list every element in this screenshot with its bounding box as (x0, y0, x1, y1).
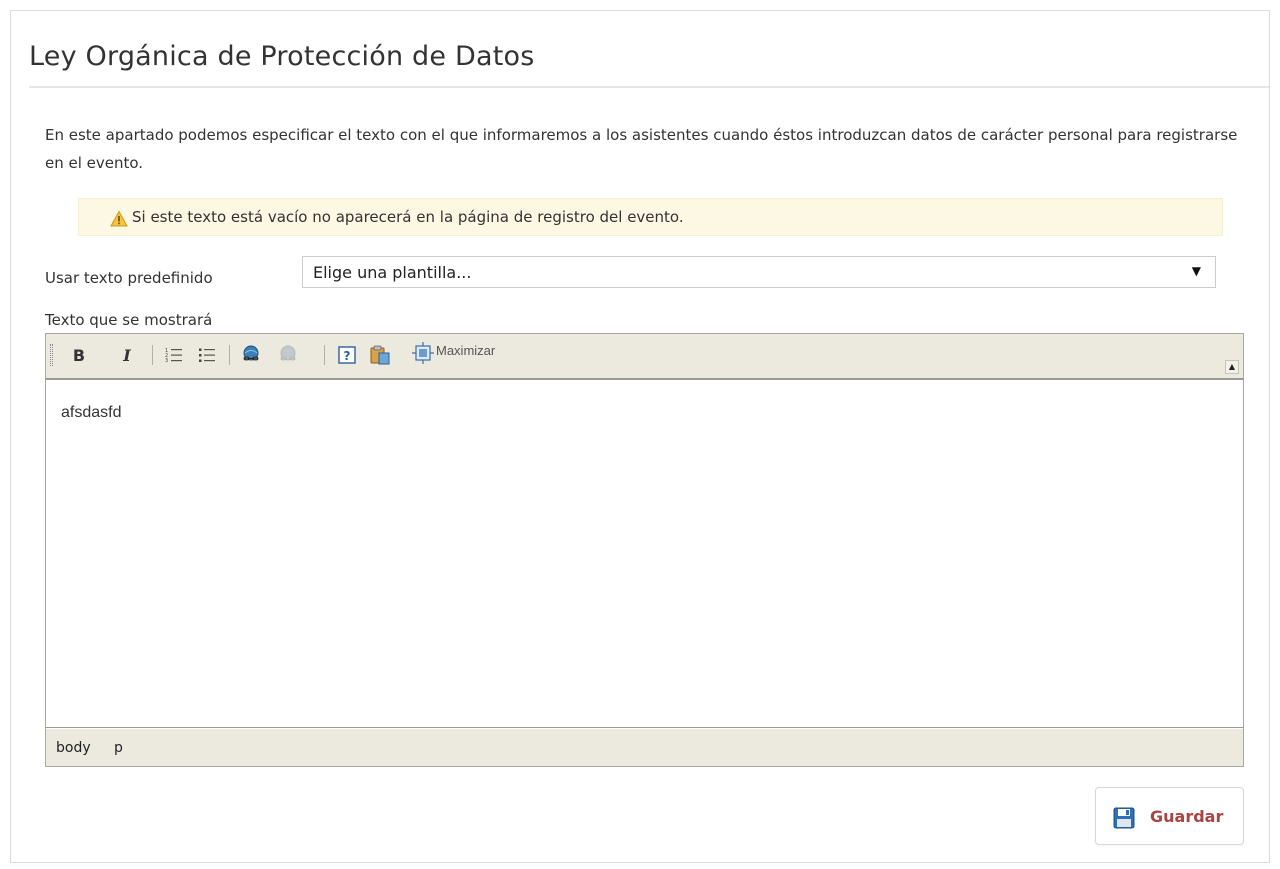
toolbar-separator (324, 345, 325, 365)
remove-link-button[interactable] (276, 344, 300, 366)
collapse-toolbar-button[interactable]: ▲ (1225, 360, 1239, 374)
template-select-value: Elige una plantilla... (313, 263, 472, 282)
page-title: Ley Orgánica de Protección de Datos (29, 41, 535, 72)
unordered-list-icon (199, 348, 215, 362)
unlink-icon (280, 345, 296, 361)
toolbar-grip-icon (50, 344, 53, 366)
intro-text: En este apartado podemos especificar el … (45, 126, 1238, 172)
insert-link-button[interactable] (239, 344, 263, 366)
italic-button[interactable]: I (116, 344, 138, 366)
maximize-button[interactable]: Maximizar (412, 342, 572, 364)
warning-text: Si este texto está vacío no aparecerá en… (132, 208, 684, 226)
save-label: Guardar (1150, 807, 1224, 826)
editor-content-text: afsdasfd (61, 404, 122, 421)
save-button[interactable]: Guardar (1095, 787, 1244, 845)
help-icon: ? (338, 346, 356, 364)
rich-text-editor: B I 1 2 3 ? Maximizar ▲ afsdasfd body p (45, 333, 1244, 767)
unordered-list-button[interactable] (196, 344, 218, 366)
lopd-panel: Ley Orgánica de Protección de Datos En e… (10, 10, 1270, 863)
ordered-list-icon: 1 2 3 (165, 348, 182, 364)
bold-button[interactable]: B (68, 344, 90, 366)
warning-alert: Si este texto está vacío no aparecerá en… (78, 198, 1223, 236)
warning-icon (110, 210, 128, 227)
floppy-disk-icon (1113, 807, 1135, 829)
chevron-down-icon: ▼ (1191, 264, 1201, 278)
ordered-list-button[interactable]: 1 2 3 (163, 344, 185, 366)
predefined-text-label: Usar texto predefinido (45, 269, 213, 287)
toolbar-separator (229, 345, 230, 365)
link-icon (243, 345, 259, 361)
editor-toolbar: B I 1 2 3 ? Maximizar ▲ (46, 334, 1243, 380)
editor-content-area[interactable]: afsdasfd (46, 382, 1243, 728)
svg-text:?: ? (344, 349, 351, 363)
path-item-body[interactable]: body (56, 740, 91, 756)
path-item-p[interactable]: p (114, 740, 123, 756)
editor-label: Texto que se mostrará (45, 311, 213, 329)
help-button[interactable]: ? (336, 344, 358, 366)
paste-button[interactable] (368, 344, 392, 366)
title-divider (29, 86, 1269, 88)
toolbar-separator (152, 345, 153, 365)
maximize-label: Maximizar (436, 342, 496, 358)
paste-icon (370, 345, 390, 365)
template-select[interactable]: Elige una plantilla... ▼ (302, 256, 1216, 288)
editor-statusbar: body p (46, 729, 1243, 766)
maximize-icon (412, 342, 434, 364)
svg-text:3: 3 (165, 358, 168, 364)
